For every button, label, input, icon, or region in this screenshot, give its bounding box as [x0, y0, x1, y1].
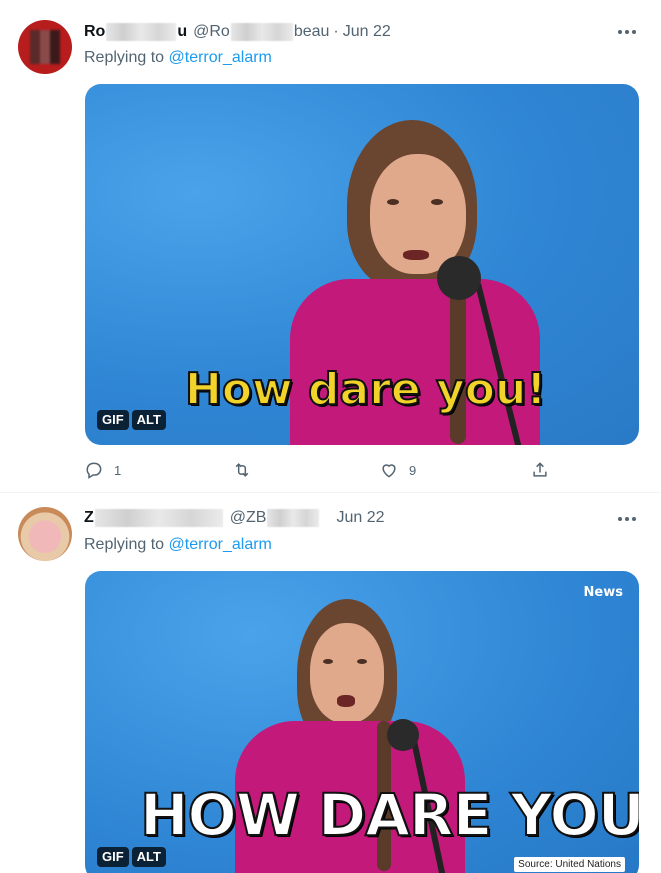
gif-badge: GIF: [97, 847, 129, 867]
user-handle[interactable]: @Ro beau: [193, 21, 329, 43]
tweet-date[interactable]: Jun 22: [336, 507, 384, 529]
timeline: Ro u @Ro beau · Jun 22 Replying to @terror…: [0, 0, 661, 873]
share-button[interactable]: [530, 458, 550, 482]
reply-count: 1: [114, 462, 122, 478]
like-button[interactable]: 9: [379, 458, 416, 482]
alt-badge[interactable]: ALT: [131, 847, 166, 867]
tweet-header: Ro u @Ro beau · Jun 22: [84, 21, 391, 43]
more-icon[interactable]: [615, 509, 639, 529]
gif-badge: GIF: [97, 410, 129, 430]
retweet-button[interactable]: [232, 458, 262, 482]
reply-button[interactable]: 1: [84, 458, 121, 482]
avatar[interactable]: [18, 507, 72, 561]
tweet[interactable]: Ro u @Ro beau · Jun 22 Replying to @terror…: [0, 0, 661, 493]
replying-to: Replying to @terror_alarm: [84, 49, 272, 66]
retweet-icon: [235, 463, 249, 477]
gif-caption: HOW DARE YOU: [139, 780, 639, 850]
tweet-gif[interactable]: News HOW DARE YOU GIF ALT Source: United…: [85, 571, 639, 873]
display-name[interactable]: Z: [84, 507, 224, 529]
alt-badge[interactable]: ALT: [131, 410, 166, 430]
tweet-date[interactable]: Jun 22: [343, 21, 391, 43]
gif-caption: How dare you!: [184, 363, 547, 416]
share-icon: [533, 462, 547, 477]
mention-link[interactable]: @terror_alarm: [169, 536, 272, 553]
tweet-header: Z @ZB Jun 22: [84, 507, 385, 529]
user-handle[interactable]: @ZB: [230, 507, 321, 529]
tweet-actions: 1 9: [84, 458, 564, 482]
tweet-gif[interactable]: How dare you! GIF ALT: [85, 84, 639, 445]
replying-to: Replying to @terror_alarm: [84, 536, 272, 553]
tweet[interactable]: Z @ZB Jun 22 Replying to @terror_alarm N…: [0, 494, 661, 873]
like-count: 9: [409, 462, 417, 478]
reply-icon: [86, 462, 102, 479]
display-name[interactable]: Ro u: [84, 21, 187, 43]
news-watermark: News: [583, 585, 623, 600]
like-icon: [382, 464, 396, 478]
source-label: Source: United Nations: [514, 857, 625, 872]
avatar[interactable]: [18, 20, 72, 74]
separator-dot: ·: [333, 23, 339, 40]
mention-link[interactable]: @terror_alarm: [169, 49, 272, 66]
more-icon[interactable]: [615, 22, 639, 42]
